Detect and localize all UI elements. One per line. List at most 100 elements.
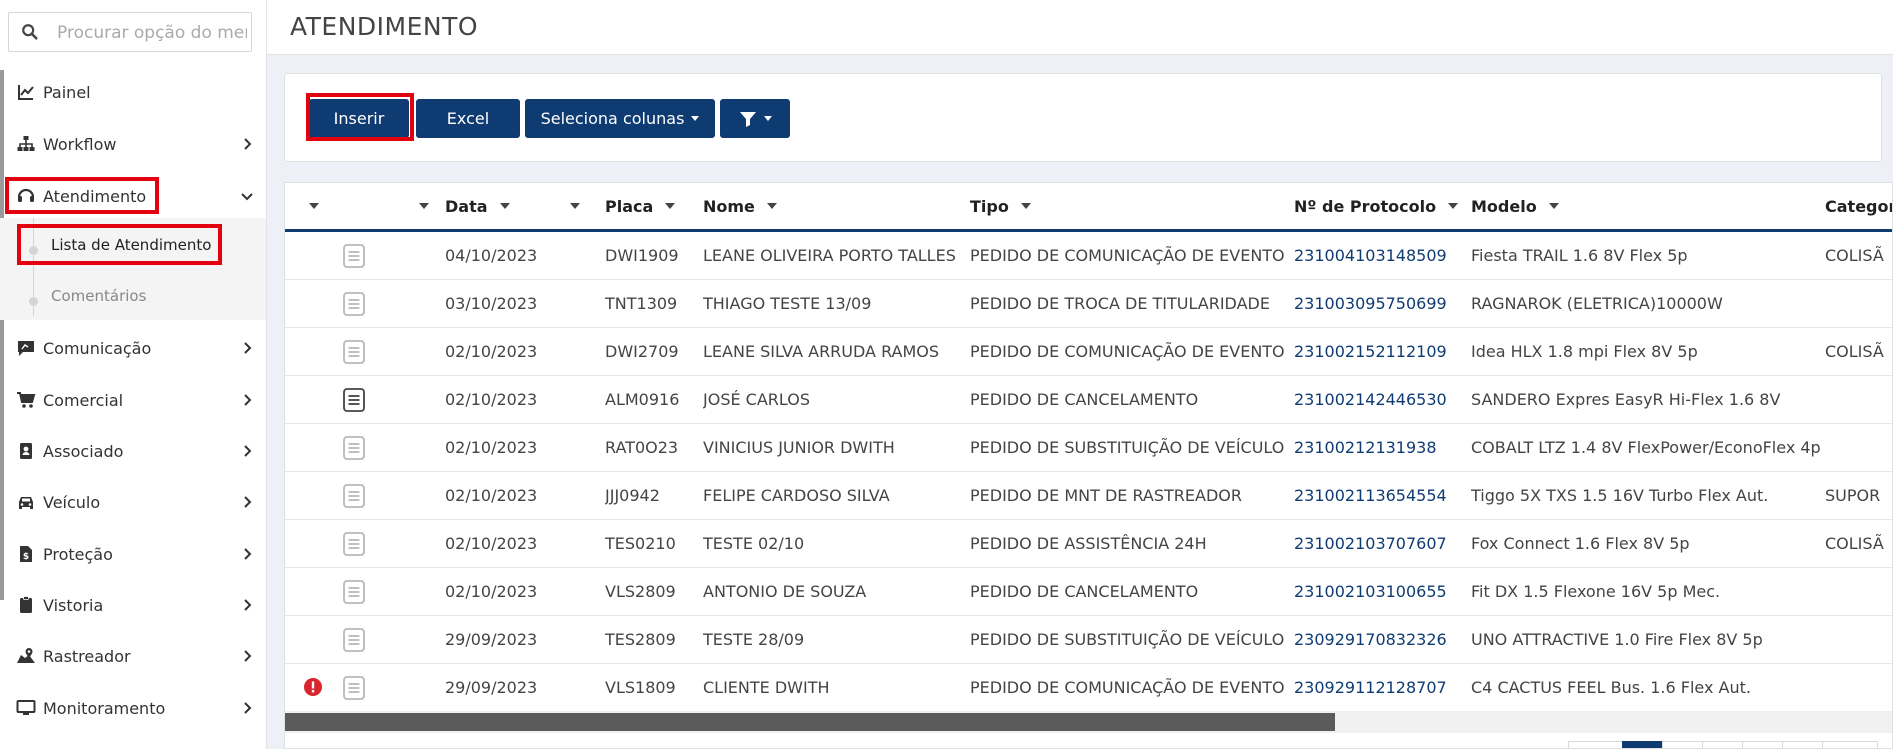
select-columns-label: Seleciona colunas [540, 109, 685, 128]
column-label: Modelo [1471, 196, 1537, 216]
cart-icon [17, 392, 36, 408]
select-columns-button[interactable]: Seleciona colunas [525, 99, 715, 138]
sidebar-item-atendimento[interactable]: Atendimento [0, 174, 266, 218]
col-header-placa[interactable]: Placa [605, 183, 703, 232]
filter-button[interactable] [720, 99, 790, 138]
document-icon[interactable] [341, 339, 367, 365]
attendance-table: Data Placa Nome Tipo Nº de Protocolo Mod… [285, 183, 1892, 712]
cell-nome: TESTE 02/10 [703, 519, 970, 568]
sidebar-item-label: Workflow [43, 134, 117, 154]
cell-placa: RAT0O23 [605, 423, 703, 472]
pagination-button[interactable] [1782, 741, 1824, 748]
document-icon[interactable] [341, 291, 367, 317]
chevron-right-icon [244, 548, 252, 560]
cell-data: 02/10/2023 [445, 567, 605, 616]
row-actions-cell [337, 423, 445, 472]
sidebar-item-monitoramento[interactable]: Monitoramento [0, 686, 266, 730]
document-icon[interactable] [341, 627, 367, 653]
table-row[interactable]: 29/09/2023 TES2809 TESTE 28/09 PEDIDO DE SU… [285, 615, 1892, 664]
pagination-button-active[interactable] [1622, 741, 1664, 748]
cell-categoria: COLISÃ [1825, 327, 1892, 376]
cell-protocolo-link[interactable]: 231002103707607 [1294, 519, 1471, 568]
cell-modelo: Idea HLX 1.8 mpi Flex 8V 5p [1471, 327, 1825, 376]
cell-data: 04/10/2023 [445, 230, 605, 280]
cell-nome: CLIENTE DWITH [703, 663, 970, 712]
table-row[interactable]: 02/10/2023 TES0210 TESTE 02/10 PEDIDO DE AS… [285, 519, 1892, 568]
comment-icon [18, 341, 34, 356]
sidebar-item-comunicacao[interactable]: Comunicação [0, 326, 266, 370]
col-header-data[interactable]: Data [445, 183, 605, 232]
submenu-item-comentarios[interactable]: Comentários [51, 287, 146, 305]
document-icon[interactable] [341, 435, 367, 461]
cell-placa: JJJ0942 [605, 471, 703, 520]
document-icon[interactable] [341, 675, 367, 701]
pagination-button[interactable] [1742, 741, 1784, 748]
cell-protocolo-link[interactable]: 231003095750699 [1294, 279, 1471, 328]
pagination-button[interactable] [1822, 741, 1878, 748]
document-icon[interactable] [341, 387, 367, 413]
sidebar-item-associado[interactable]: Associado [0, 429, 266, 473]
sidebar-item-workflow[interactable]: Workflow [0, 122, 266, 166]
cell-tipo: PEDIDO DE COMUNICAÇÃO DE EVENTO [970, 327, 1294, 376]
pagination-button[interactable] [1702, 741, 1744, 748]
caret-down-icon [309, 203, 319, 209]
table-row[interactable]: 02/10/2023 JJJ0942 FELIPE CARDOSO SILVA PED… [285, 471, 1892, 520]
cell-categoria [1825, 615, 1892, 664]
document-icon[interactable] [341, 483, 367, 509]
col-header-nome[interactable]: Nome [703, 183, 970, 232]
table-row[interactable]: 03/10/2023 TNT1309 THIAGO TESTE 13/09 PEDID… [285, 279, 1892, 328]
cell-protocolo-link[interactable]: 231004103148509 [1294, 230, 1471, 280]
sitemap-icon [17, 136, 35, 151]
table-row[interactable]: 02/10/2023 ALM0916 JOSÉ CARLOS PEDIDO DE CA… [285, 375, 1892, 424]
cell-protocolo-link[interactable]: 231002142446530 [1294, 375, 1471, 424]
table-row[interactable]: 02/10/2023 RAT0O23 VINICIUS JUNIOR DWITH PE… [285, 423, 1892, 472]
row-actions-cell [337, 519, 445, 568]
sidebar-item-vistoria[interactable]: Vistoria [0, 583, 266, 627]
chevron-right-icon [244, 445, 252, 457]
table-row[interactable]: 02/10/2023 VLS2809 ANTONIO DE SOUZA PEDIDO … [285, 567, 1892, 616]
cell-protocolo-link[interactable]: 230929170832326 [1294, 615, 1471, 664]
pagination-button[interactable] [1568, 741, 1624, 748]
col-header-tipo[interactable]: Tipo [970, 183, 1294, 232]
sidebar-item-rastreador[interactable]: Rastreador [0, 634, 266, 678]
insert-button[interactable]: Inserir [309, 99, 409, 138]
col-header-categoria[interactable]: Categor [1825, 183, 1892, 232]
sidebar-item-label: Veículo [43, 492, 101, 512]
cell-nome: LEANE OLIVEIRA PORTO TALLES [703, 230, 970, 280]
table-row[interactable]: 02/10/2023 DWI2709 LEANE SILVA ARRUDA RAMO… [285, 327, 1892, 376]
cell-data: 02/10/2023 [445, 423, 605, 472]
table-row[interactable]: 29/09/2023 VLS1809 CLIENTE DWITH PEDIDO DE … [285, 663, 1892, 712]
car-icon [19, 497, 33, 509]
document-icon[interactable] [341, 579, 367, 605]
caret-down-icon [766, 203, 777, 209]
cell-modelo: C4 CACTUS FEEL Bus. 1.6 Flex Aut. [1471, 663, 1825, 712]
cell-protocolo-link[interactable]: 231002103100655 [1294, 567, 1471, 616]
sidebar-item-painel[interactable]: Painel [0, 70, 266, 114]
col-actions-header[interactable] [337, 183, 445, 232]
horizontal-scrollbar-thumb[interactable] [285, 713, 1335, 731]
sidebar-item-protecao[interactable]: $ Proteção [0, 532, 266, 576]
table-row[interactable]: 04/10/2023 DWI1909 LEANE OLIVEIRA PORTO TA… [285, 230, 1892, 280]
document-icon[interactable] [341, 243, 367, 269]
cell-data: 02/10/2023 [445, 471, 605, 520]
cell-protocolo-link[interactable]: 231002152112109 [1294, 327, 1471, 376]
column-label: Tipo [970, 196, 1009, 216]
excel-button[interactable]: Excel [416, 99, 520, 138]
chart-line-icon [18, 85, 34, 100]
col-header-protocolo[interactable]: Nº de Protocolo [1294, 183, 1471, 232]
pagination-button[interactable] [1662, 741, 1704, 748]
document-icon[interactable] [341, 531, 367, 557]
sidebar-item-veiculo[interactable]: Veículo [0, 480, 266, 524]
cell-protocolo-link[interactable]: 231002113654554 [1294, 471, 1471, 520]
cell-protocolo-link[interactable]: 23100212131938 [1294, 423, 1471, 472]
menu-search-input[interactable] [55, 19, 249, 47]
col-header-modelo[interactable]: Modelo [1471, 183, 1825, 232]
sidebar-item-comercial[interactable]: Comercial [0, 378, 266, 422]
col-select-header[interactable] [285, 183, 337, 232]
cell-protocolo-link[interactable]: 230929112128707 [1294, 663, 1471, 712]
cell-data: 03/10/2023 [445, 279, 605, 328]
sidebar-item-label: Associado [43, 441, 124, 461]
cell-data: 02/10/2023 [445, 375, 605, 424]
row-select-cell [285, 279, 337, 328]
submenu-item-lista-atendimento[interactable]: Lista de Atendimento [51, 236, 211, 254]
